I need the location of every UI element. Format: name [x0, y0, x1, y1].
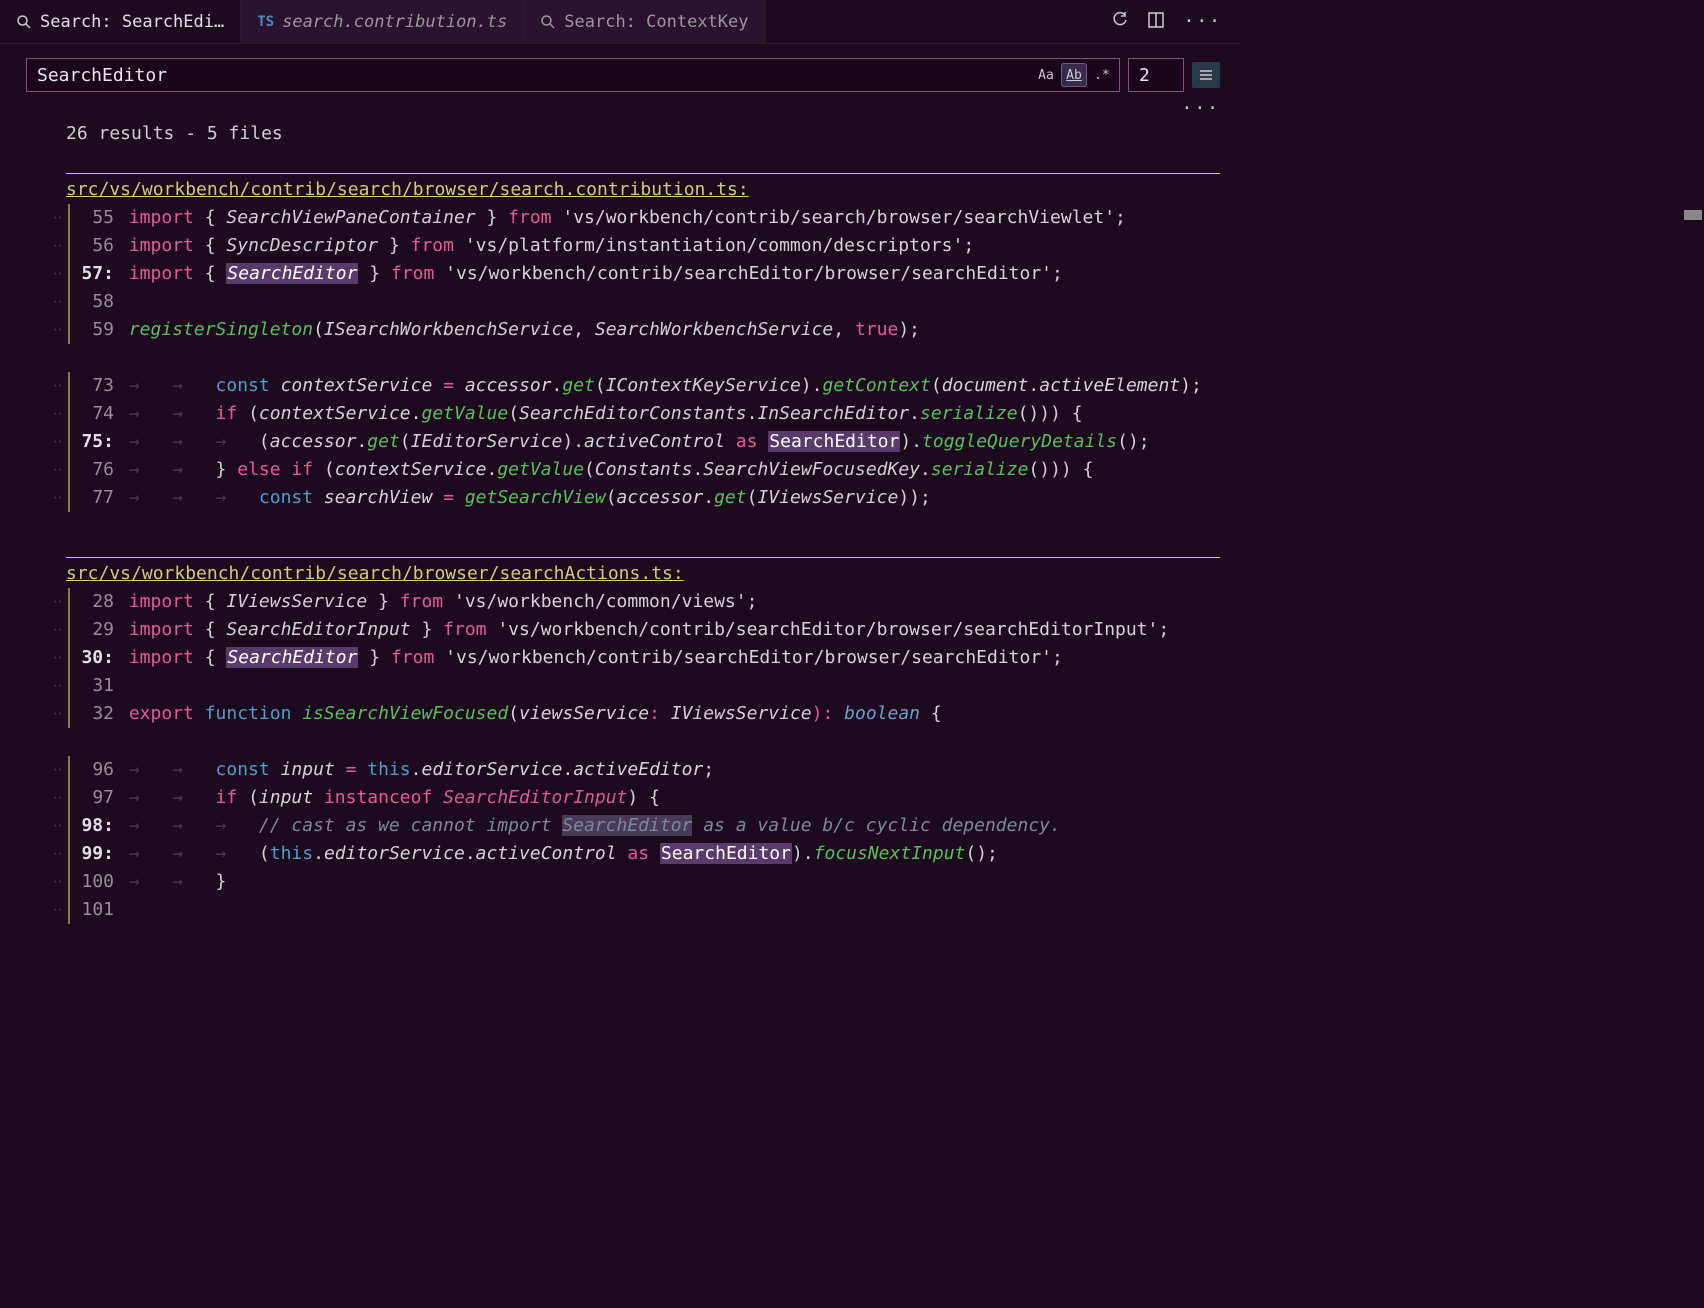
search-editor-header: Aa Ab .*: [0, 44, 1240, 98]
editor-tabs: Search: SearchEdi… TS search.contributio…: [0, 0, 1240, 44]
tab-file[interactable]: TS search.contribution.ts: [241, 0, 524, 43]
file-header[interactable]: src/vs/workbench/contrib/search/browser/…: [0, 176, 1240, 204]
result-line[interactable]: ··57 import { SearchEditor } from 'vs/wo…: [0, 260, 1240, 288]
result-line[interactable]: ··98 → → → // cast as we cannot import S…: [0, 812, 1240, 840]
split-editor-icon[interactable]: [1147, 11, 1165, 32]
results-summary: 26 results - 5 files: [0, 120, 1240, 148]
toggle-details-button[interactable]: [1192, 62, 1220, 88]
whole-word-toggle[interactable]: Ab: [1061, 63, 1087, 87]
result-line[interactable]: ··76 → → } else if (contextService.getVa…: [0, 456, 1240, 484]
result-line[interactable]: ··59 registerSingleton(ISearchWorkbenchS…: [0, 316, 1240, 344]
search-input-wrap: Aa Ab .*: [26, 58, 1120, 92]
result-line[interactable]: ··32 export function isSearchViewFocused…: [0, 700, 1240, 728]
tab-label: Search: ContextKey: [564, 12, 748, 32]
regex-toggle[interactable]: .*: [1089, 63, 1115, 87]
result-line[interactable]: ··56 import { SyncDescriptor } from 'vs/…: [0, 232, 1240, 260]
tab-label: Search: SearchEdi…: [40, 12, 224, 32]
result-line[interactable]: ··101: [0, 896, 1240, 924]
result-line[interactable]: ··30 import { SearchEditor } from 'vs/wo…: [0, 644, 1240, 672]
ts-badge: TS: [257, 14, 274, 30]
tab-search-active[interactable]: Search: SearchEdi…: [0, 0, 241, 43]
search-icon: [16, 14, 32, 30]
refresh-icon[interactable]: [1111, 11, 1129, 32]
tab-label: search.contribution.ts: [282, 12, 507, 32]
result-line[interactable]: ··96 → → const input = this.editorServic…: [0, 756, 1240, 784]
search-input[interactable]: [27, 65, 1033, 86]
minimap-scroll[interactable]: [1684, 210, 1702, 220]
search-results: 26 results - 5 files src/vs/workbench/co…: [0, 112, 1240, 924]
result-line[interactable]: ··77 → → → const searchView = getSearchV…: [0, 484, 1240, 512]
file-header[interactable]: src/vs/workbench/contrib/search/browser/…: [0, 560, 1240, 588]
result-line[interactable]: ··97 → → if (input instanceof SearchEdit…: [0, 784, 1240, 812]
result-line[interactable]: ··28 import { IViewsService } from 'vs/w…: [0, 588, 1240, 616]
search-toggles: Aa Ab .*: [1033, 63, 1119, 87]
result-line[interactable]: ··58: [0, 288, 1240, 316]
overflow-menu[interactable]: ···: [0, 98, 1240, 112]
result-line[interactable]: ··31: [0, 672, 1240, 700]
result-line[interactable]: ··100 → → }: [0, 868, 1240, 896]
editor-actions: ···: [1111, 11, 1240, 32]
context-lines-input[interactable]: [1128, 58, 1184, 92]
tab-search-other[interactable]: Search: ContextKey: [524, 0, 765, 43]
result-line[interactable]: ··99 → → → (this.editorService.activeCon…: [0, 840, 1240, 868]
result-line[interactable]: ··74 → → if (contextService.getValue(Sea…: [0, 400, 1240, 428]
match-case-toggle[interactable]: Aa: [1033, 63, 1059, 87]
result-line[interactable]: ··73 → → const contextService = accessor…: [0, 372, 1240, 400]
more-icon[interactable]: ···: [1183, 11, 1222, 32]
search-icon: [540, 14, 556, 30]
result-line[interactable]: ··75 → → → (accessor.get(IEditorService)…: [0, 428, 1240, 456]
result-line[interactable]: ··29 import { SearchEditorInput } from '…: [0, 616, 1240, 644]
result-line[interactable]: ··55 import { SearchViewPaneContainer } …: [0, 204, 1240, 232]
